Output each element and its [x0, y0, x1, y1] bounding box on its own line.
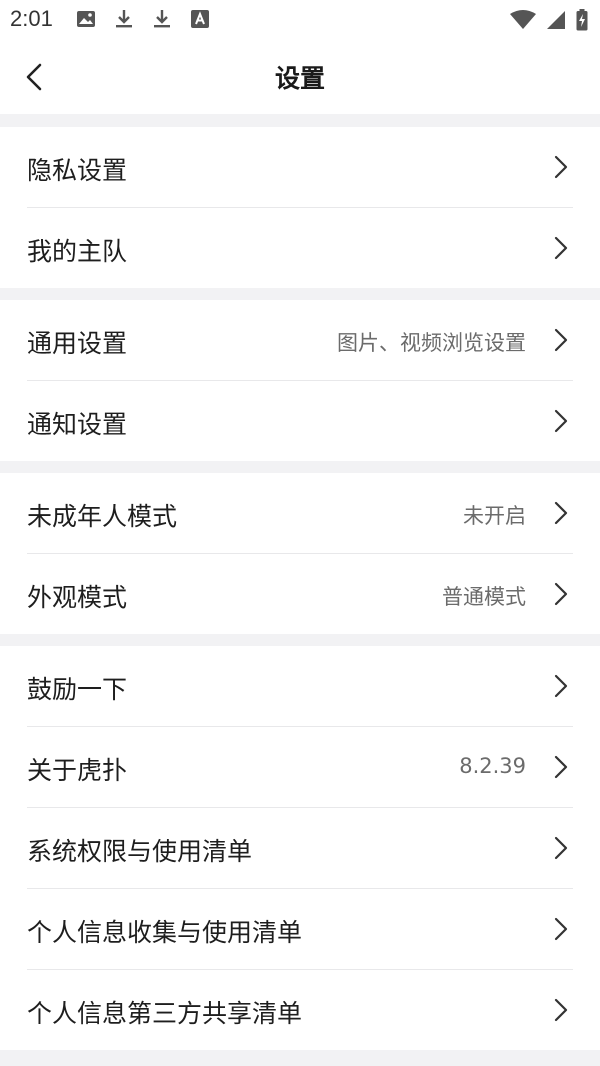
chevron-right-icon: [554, 155, 568, 179]
settings-item-value: 普通模式: [442, 585, 526, 609]
settings-item-rate-us[interactable]: 鼓励一下: [27, 646, 573, 727]
settings-item-label: 系统权限与使用清单: [27, 837, 253, 866]
settings-item-about[interactable]: 关于虎扑 8.2.39: [27, 727, 573, 808]
chevron-right-icon: [554, 409, 568, 433]
chevron-right-icon: [554, 836, 568, 860]
settings-group-modes: 未成年人模式 未开启 外观模式 普通模式: [0, 473, 600, 634]
image-icon: [77, 11, 95, 27]
settings-item-label: 通知设置: [27, 410, 128, 439]
settings-item-permissions-list[interactable]: 系统权限与使用清单: [27, 808, 573, 889]
battery-icon: [576, 9, 588, 31]
nav-bar: 设置: [0, 40, 600, 114]
settings-item-label: 关于虎扑: [27, 756, 128, 785]
settings-item-appearance[interactable]: 外观模式 普通模式: [27, 554, 573, 634]
settings-item-label: 外观模式: [27, 583, 128, 612]
settings-group-general: 通用设置 图片、视频浏览设置 通知设置: [0, 300, 600, 461]
settings-item-general[interactable]: 通用设置 图片、视频浏览设置: [27, 300, 573, 381]
settings-item-home-team[interactable]: 我的主队: [27, 208, 573, 288]
settings-item-label: 鼓励一下: [27, 675, 128, 704]
settings-item-label: 个人信息收集与使用清单: [27, 918, 303, 947]
signal-icon: [547, 11, 565, 29]
settings-item-value: 未开启: [463, 504, 526, 528]
chevron-right-icon: [554, 236, 568, 260]
settings-item-label: 通用设置: [27, 329, 128, 358]
wifi-icon: [510, 10, 536, 29]
settings-item-privacy[interactable]: 隐私设置: [27, 127, 573, 208]
settings-item-label: 个人信息第三方共享清单: [27, 999, 303, 1028]
notification-icons: [76, 9, 210, 29]
settings-item-minor-mode[interactable]: 未成年人模式 未开启: [27, 473, 573, 554]
chevron-right-icon: [554, 917, 568, 941]
settings-item-value: 图片、视频浏览设置: [337, 331, 526, 355]
settings-item-notifications[interactable]: 通知设置: [27, 381, 573, 461]
settings-item-label: 我的主队: [27, 237, 128, 266]
settings-group-account: 隐私设置 我的主队: [0, 127, 600, 288]
settings-item-label: 未成年人模式: [27, 502, 178, 531]
system-icons: [510, 9, 588, 31]
settings-item-label: 隐私设置: [27, 156, 128, 185]
settings-item-third-party-sharing[interactable]: 个人信息第三方共享清单: [27, 970, 573, 1050]
settings-group-about: 鼓励一下 关于虎扑 8.2.39 系统权限与使用清单 个人信息收集与使用清单 个…: [0, 646, 600, 1050]
settings-item-personal-info-collection[interactable]: 个人信息收集与使用清单: [27, 889, 573, 970]
font-icon: [191, 10, 209, 28]
chevron-right-icon: [554, 755, 568, 779]
download-icon: [116, 10, 132, 28]
chevron-right-icon: [554, 328, 568, 352]
chevron-right-icon: [554, 998, 568, 1022]
status-bar: 2:01: [0, 0, 600, 40]
chevron-right-icon: [554, 582, 568, 606]
chevron-right-icon: [554, 674, 568, 698]
download-icon: [154, 10, 170, 28]
page-title: 设置: [274, 64, 325, 93]
settings-item-value: 8.2.39: [459, 754, 526, 778]
chevron-right-icon: [554, 501, 568, 525]
status-time: 2:01: [10, 6, 53, 31]
